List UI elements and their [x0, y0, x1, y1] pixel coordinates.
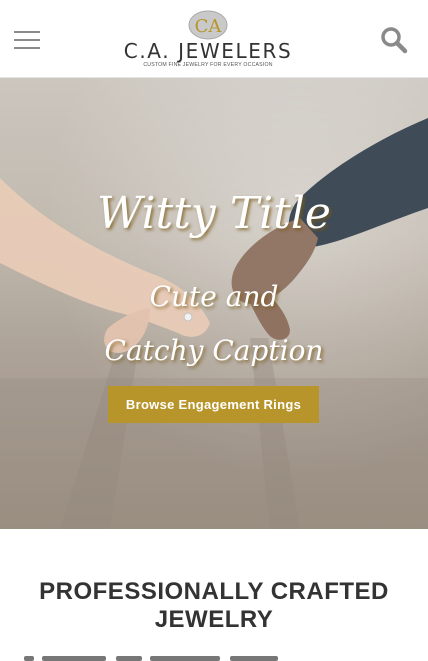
menu-bar	[14, 31, 40, 33]
section-title: PROFESSIONALLY CRAFTED JEWELRY	[20, 578, 408, 634]
hamburger-menu-icon[interactable]	[14, 28, 40, 50]
text-fragment	[150, 656, 220, 661]
section-title-line1: PROFESSIONALLY CRAFTED	[39, 578, 389, 605]
section-title-line2: JEWELRY	[154, 606, 274, 633]
menu-bar	[14, 39, 40, 41]
hero-caption-line2: Catchy Caption	[104, 334, 324, 367]
site-logo[interactable]: CA C.A. JEWELERS CUSTOM FINE JEWELRY FOR…	[110, 10, 306, 72]
page: CA C.A. JEWELERS CUSTOM FINE JEWELRY FOR…	[0, 0, 428, 661]
site-header: CA C.A. JEWELERS CUSTOM FINE JEWELRY FOR…	[0, 0, 428, 78]
logo-monogram-icon: CA	[188, 10, 228, 40]
text-fragment	[116, 656, 142, 661]
hero-caption-line1: Cute and	[149, 280, 279, 313]
browse-engagement-rings-button[interactable]: Browse Engagement Rings	[108, 386, 319, 423]
menu-bar	[14, 47, 40, 49]
text-fragment	[230, 656, 278, 661]
hero-banner: Witty Title Cute and Catchy Caption Brow…	[0, 78, 428, 529]
text-fragment	[24, 656, 34, 661]
section-body-text-cutoff	[24, 652, 404, 661]
search-icon[interactable]	[380, 26, 408, 54]
hero-title: Witty Title	[97, 188, 331, 239]
text-fragment	[42, 656, 106, 661]
logo-monogram: CA	[195, 16, 223, 37]
search-icon-graphic	[381, 27, 408, 54]
logo-name: C.A. JEWELERS	[123, 39, 293, 63]
hero-caption: Cute and Catchy Caption	[0, 270, 428, 378]
